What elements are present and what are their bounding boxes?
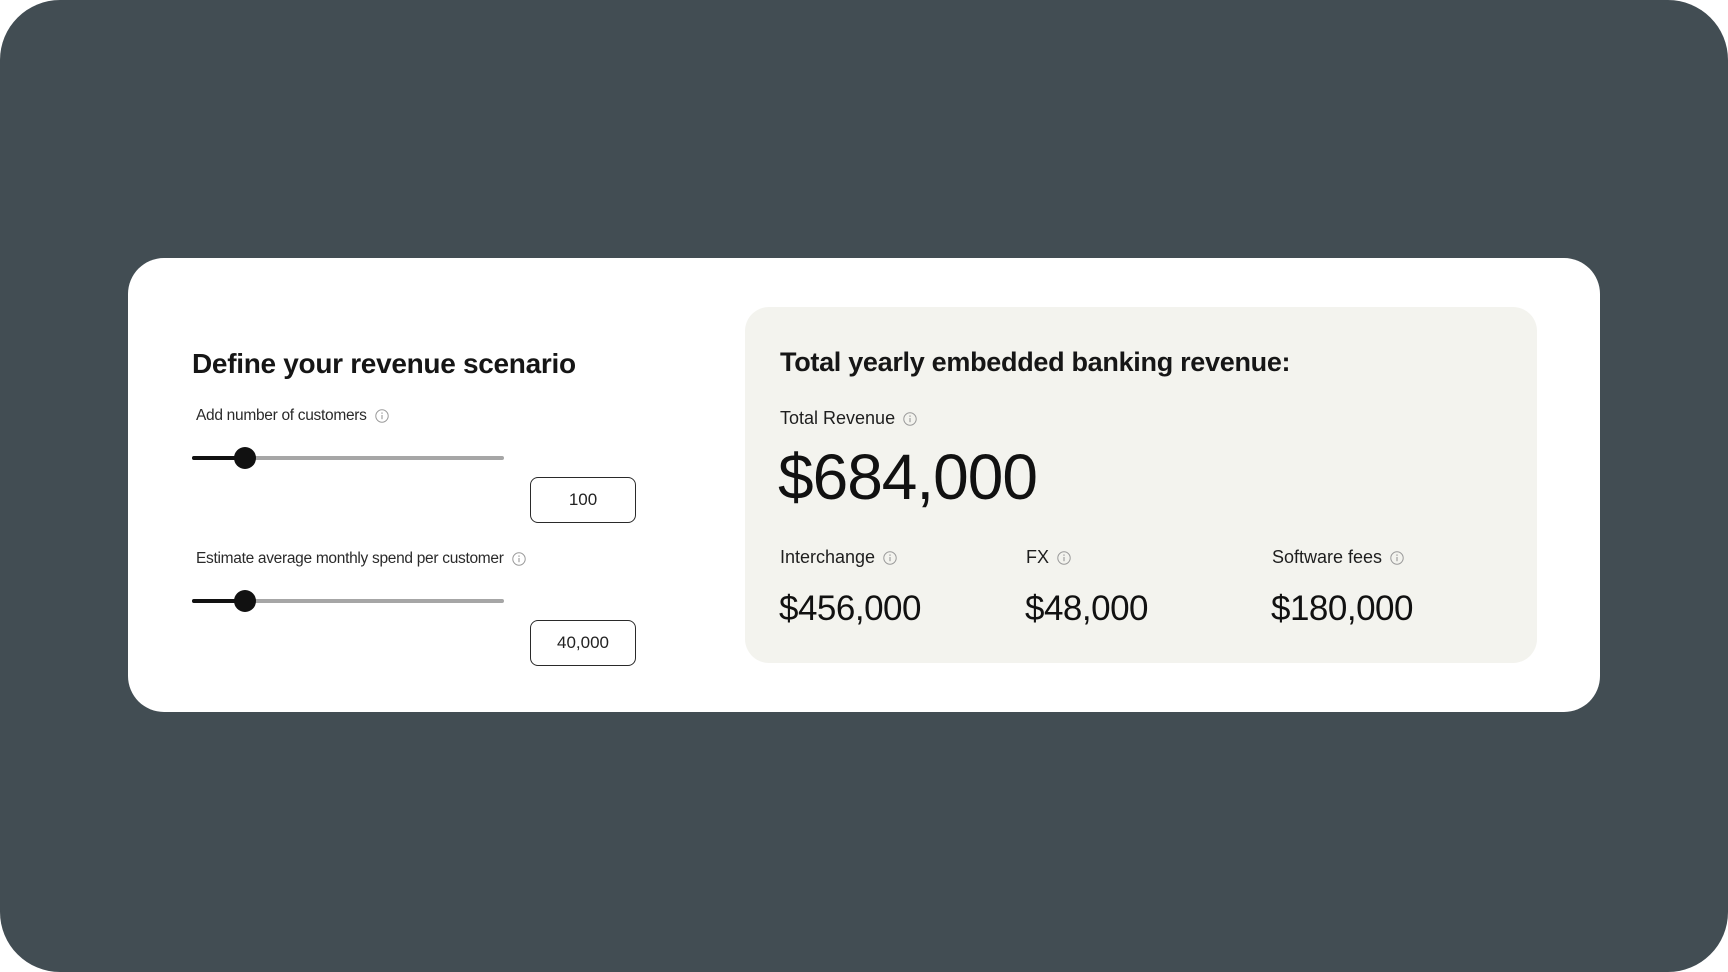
total-revenue-label-text: Total Revenue xyxy=(780,408,896,428)
revenue-calculator-card: Define your revenue scenario Add number … xyxy=(128,258,1600,712)
customers-slider[interactable] xyxy=(192,444,504,472)
interchange-value: $456,000 xyxy=(779,589,921,628)
results-panel: Total yearly embedded banking revenue: T… xyxy=(745,307,1537,663)
customers-slider-thumb[interactable] xyxy=(234,447,257,469)
info-icon[interactable] xyxy=(903,411,917,426)
total-revenue-value: $684,000 xyxy=(778,441,1038,513)
spend-input[interactable] xyxy=(530,620,636,666)
customers-label-text: Add number of customers xyxy=(196,407,367,424)
app-background: Define your revenue scenario Add number … xyxy=(0,0,1728,972)
scenario-title: Define your revenue scenario xyxy=(192,348,576,379)
info-icon[interactable] xyxy=(1057,550,1071,565)
results-title: Total yearly embedded banking revenue: xyxy=(780,347,1291,377)
software-fees-label: Software fees xyxy=(1272,547,1404,568)
software-fees-value: $180,000 xyxy=(1271,589,1413,628)
fx-label-text: FX xyxy=(1026,547,1050,567)
customers-label: Add number of customers xyxy=(196,407,389,425)
fx-label: FX xyxy=(1026,547,1071,568)
interchange-label: Interchange xyxy=(780,547,897,568)
info-icon[interactable] xyxy=(511,552,526,566)
customers-input[interactable] xyxy=(530,477,636,523)
spend-label: Estimate average monthly spend per custo… xyxy=(196,550,526,568)
spend-label-text: Estimate average monthly spend per custo… xyxy=(196,550,504,567)
spend-slider-thumb[interactable] xyxy=(234,590,257,612)
info-icon[interactable] xyxy=(374,409,389,423)
fx-value: $48,000 xyxy=(1025,589,1149,628)
spend-slider[interactable] xyxy=(192,587,504,615)
software-fees-label-text: Software fees xyxy=(1272,547,1383,567)
info-icon[interactable] xyxy=(1390,550,1404,565)
info-icon[interactable] xyxy=(883,550,897,565)
interchange-label-text: Interchange xyxy=(780,547,876,567)
total-revenue-label: Total Revenue xyxy=(780,408,917,429)
